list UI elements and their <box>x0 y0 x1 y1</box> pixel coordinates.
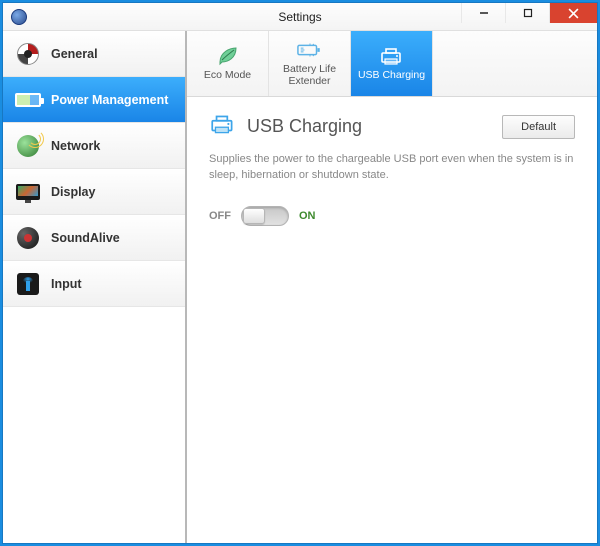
toggle-thumb <box>243 208 265 224</box>
tab-battery-life-extender[interactable]: Battery Life Extender <box>269 31 351 96</box>
window-body: General Power Management Network Display… <box>3 31 597 543</box>
monitor-icon <box>15 179 41 205</box>
sidebar-item-network[interactable]: Network <box>3 123 185 169</box>
gear-disc-icon <box>15 41 41 67</box>
sidebar-item-label: SoundAlive <box>51 231 120 245</box>
window-controls <box>461 3 597 30</box>
settings-window: Settings General Power Management <box>2 2 598 544</box>
usb-charging-icon <box>379 46 405 66</box>
titlebar: Settings <box>3 3 597 31</box>
tab-eco-mode[interactable]: Eco Mode <box>187 31 269 96</box>
sidebar-item-label: Display <box>51 185 95 199</box>
sidebar-item-input[interactable]: Input <box>3 261 185 307</box>
leaf-icon <box>215 46 241 66</box>
tab-label: Battery Life Extender <box>271 64 348 87</box>
maximize-button[interactable] <box>505 3 549 23</box>
touch-icon <box>15 271 41 297</box>
toggle-on-label: ON <box>299 210 316 222</box>
tab-label: USB Charging <box>358 70 425 82</box>
app-icon <box>11 9 27 25</box>
panel-description: Supplies the power to the chargeable USB… <box>209 152 575 184</box>
wifi-globe-icon <box>15 133 41 159</box>
battery-icon <box>15 87 41 113</box>
panel-header: USB Charging Default <box>209 113 575 140</box>
toggle-off-label: OFF <box>209 210 231 222</box>
sidebar-item-label: Input <box>51 277 82 291</box>
minimize-button[interactable] <box>461 3 505 23</box>
sidebar-item-general[interactable]: General <box>3 31 185 77</box>
sidebar-item-display[interactable]: Display <box>3 169 185 215</box>
sidebar: General Power Management Network Display… <box>3 31 187 543</box>
tab-usb-charging[interactable]: USB Charging <box>351 31 433 96</box>
tab-strip: Eco Mode Battery Life Extender USB Charg… <box>187 31 597 97</box>
battery-extend-icon <box>297 40 323 60</box>
sidebar-item-label: General <box>51 47 98 61</box>
sidebar-item-label: Network <box>51 139 100 153</box>
speaker-icon <box>15 225 41 251</box>
content-area: Eco Mode Battery Life Extender USB Charg… <box>187 31 597 543</box>
sidebar-item-label: Power Management <box>51 93 168 107</box>
tab-label: Eco Mode <box>204 70 251 82</box>
sidebar-item-soundalive[interactable]: SoundAlive <box>3 215 185 261</box>
close-button[interactable] <box>549 3 597 23</box>
usb-charging-icon <box>209 113 237 140</box>
default-button[interactable]: Default <box>502 115 575 139</box>
toggle-row: OFF ON <box>209 206 575 226</box>
usb-charging-toggle[interactable] <box>241 206 289 226</box>
panel-usb-charging: USB Charging Default Supplies the power … <box>187 97 597 543</box>
window-title: Settings <box>278 10 321 24</box>
sidebar-item-power-management[interactable]: Power Management <box>3 77 185 123</box>
panel-title: USB Charging <box>247 116 362 137</box>
